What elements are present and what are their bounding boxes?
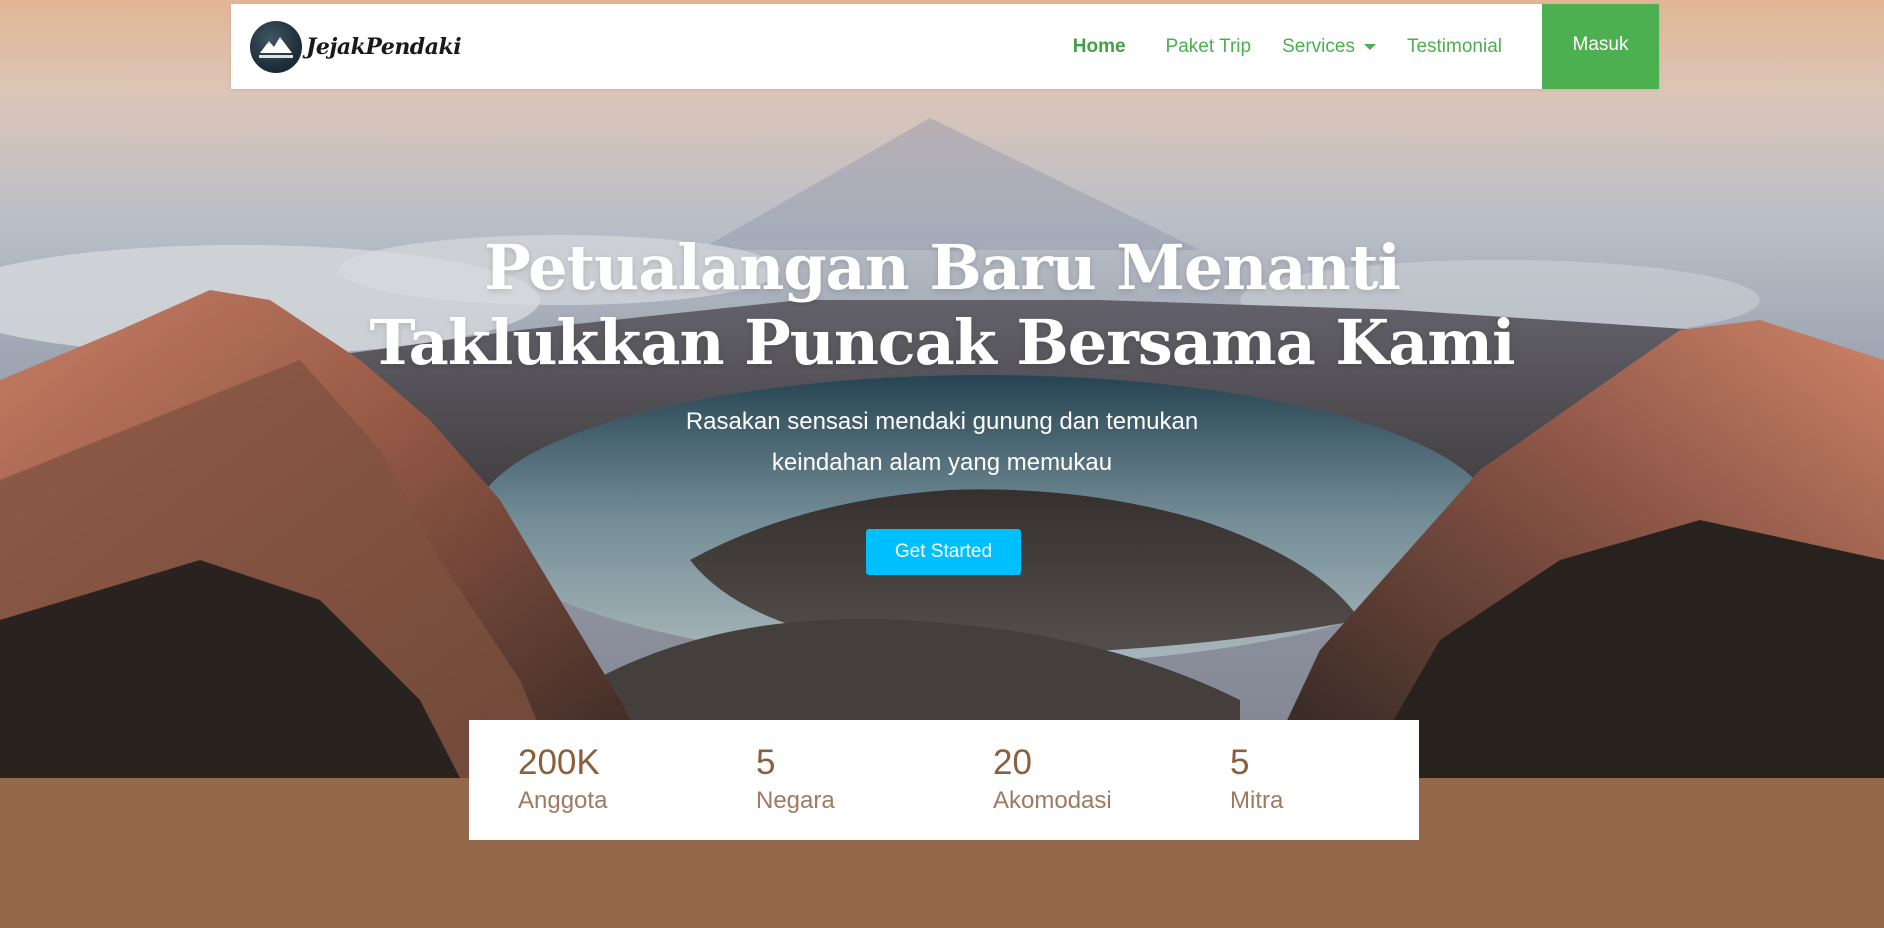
nav-item-paket-trip[interactable]: Paket Trip <box>1166 36 1252 58</box>
hero-subtitle-line-1: Rasakan sensasi mendaki gunung dan temuk… <box>685 408 1199 435</box>
stats-panel: 200K Anggota 5 Negara 20 Akomodasi 5 Mit… <box>469 720 1419 840</box>
stat-value: 20 <box>993 743 1032 782</box>
nav-item-services-label: Services <box>1282 35 1355 57</box>
hero-title-line-2: Taklukkan Puncak Bersama Kami <box>369 306 1515 379</box>
hero-background-image <box>0 0 1884 778</box>
caret-down-icon <box>1363 43 1376 50</box>
navbar: JejakPendaki Home Paket Trip Services Te… <box>231 4 1659 89</box>
stat-label: Negara <box>756 787 835 814</box>
nav-item-services[interactable]: Services <box>1282 36 1376 58</box>
stat-label: Anggota <box>518 787 608 814</box>
stat-value: 200K <box>518 743 600 782</box>
login-button[interactable]: Masuk <box>1542 4 1659 89</box>
stat-value: 5 <box>756 743 776 782</box>
mountain-logo-icon <box>259 37 293 58</box>
hero-subtitle-line-2: keindahan alam yang memukau <box>771 449 1113 476</box>
nav-item-home[interactable]: Home <box>1073 36 1126 58</box>
hero-title-line-1: Petualangan Baru Menanti <box>484 231 1401 304</box>
get-started-button[interactable]: Get Started <box>866 529 1021 575</box>
stat-mitra: 5 Mitra <box>1230 742 1283 818</box>
brand-logo <box>250 21 302 73</box>
hero-section <box>0 0 1884 778</box>
nav-menu: Home Paket Trip Services Testimonial Mas… <box>1073 4 1659 89</box>
stat-label: Akomodasi <box>993 787 1112 814</box>
stat-anggota: 200K Anggota <box>518 742 607 818</box>
nav-item-testimonial[interactable]: Testimonial <box>1407 36 1502 58</box>
hero-subtitle: Rasakan sensasi mendaki gunung dan temuk… <box>0 401 1884 483</box>
stat-value: 5 <box>1230 743 1250 782</box>
hero-title: Petualangan Baru Menanti Taklukkan Punca… <box>0 230 1884 380</box>
stat-label: Mitra <box>1230 787 1284 814</box>
stat-negara: 5 Negara <box>756 742 835 818</box>
stat-akomodasi: 20 Akomodasi <box>993 742 1112 818</box>
brand[interactable]: JejakPendaki <box>250 21 462 73</box>
brand-name: JejakPendaki <box>306 34 462 60</box>
